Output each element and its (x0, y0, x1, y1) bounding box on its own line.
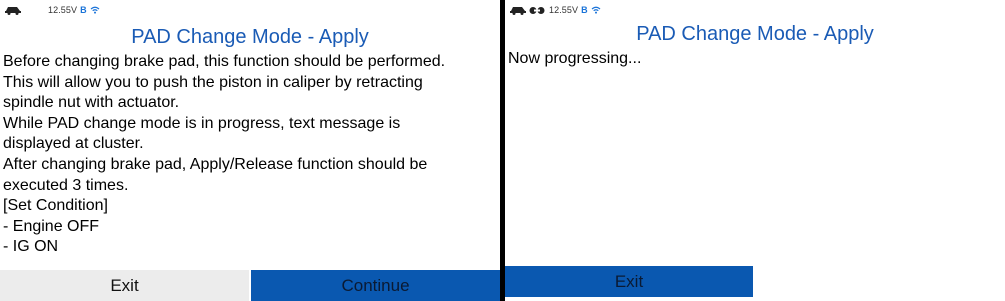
status-bar: 12.55V B (505, 0, 1005, 20)
condition-item: - IG ON (3, 238, 59, 256)
instruction-line: spindle nut with actuator. (3, 94, 180, 112)
instruction-line: While PAD change mode is in progress, te… (3, 114, 401, 132)
car-icon (509, 5, 527, 15)
car-icon (4, 5, 22, 15)
wifi-icon (591, 6, 601, 14)
voltage-readout: 12.55V (549, 5, 579, 15)
page-title: PAD Change Mode - Apply (636, 23, 874, 45)
right-screen: 12.55V B PAD Change Mode - Apply Now pro… (505, 0, 1005, 301)
instruction-line: After changing brake pad, Apply/Release … (3, 155, 428, 173)
condition-item: - Engine OFF (3, 217, 100, 235)
continue-button[interactable]: Continue (251, 270, 500, 301)
instruction-line: executed 3 times. (3, 176, 129, 194)
progress-message: Now progressing... (508, 50, 642, 67)
instruction-text: Before changing brake pad, this function… (3, 52, 500, 258)
wifi-icon (90, 6, 100, 14)
bluetooth-icon: B (581, 5, 588, 15)
app-root: 12.55V B PAD Change Mode - Apply Before … (0, 0, 1005, 301)
bluetooth-icon: B (80, 5, 87, 15)
left-screen: 12.55V B PAD Change Mode - Apply Before … (0, 0, 500, 301)
exit-button[interactable]: Exit (505, 266, 753, 297)
instruction-line: displayed at cluster. (3, 135, 144, 153)
set-condition-heading: [Set Condition] (3, 197, 108, 215)
link-icon (529, 6, 545, 15)
page-title: PAD Change Mode - Apply (131, 26, 369, 48)
status-bar: 12.55V B (0, 0, 500, 20)
instruction-line: This will allow you to push the piston i… (3, 73, 423, 91)
instruction-line: Before changing brake pad, this function… (3, 53, 446, 70)
exit-button[interactable]: Exit (0, 270, 249, 301)
voltage-readout: 12.55V (48, 5, 78, 15)
